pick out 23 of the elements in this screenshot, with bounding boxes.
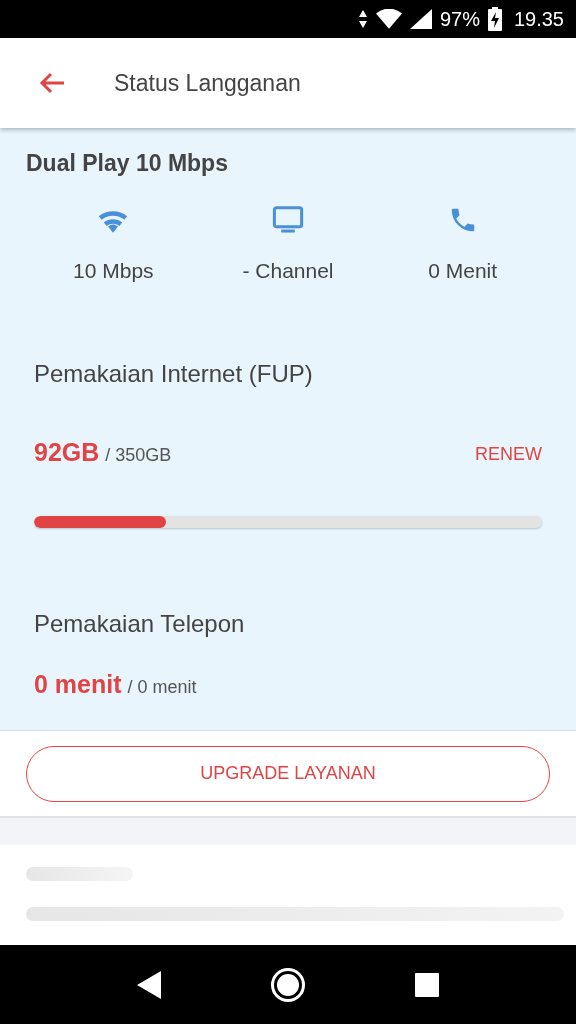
total-minutes: / 0 menit	[127, 675, 197, 699]
page-title: Status Langganan	[114, 68, 301, 98]
back-triangle-icon	[135, 969, 164, 1000]
section-title: Pemakaian Internet (FUP)	[34, 359, 314, 389]
home-circle-icon	[270, 966, 306, 1003]
square-icon	[414, 972, 439, 997]
wifi-signal-icon	[375, 9, 402, 29]
feature-label: 10 Mbps	[73, 257, 154, 284]
battery-charging-icon	[487, 7, 502, 31]
feature-label: 0 Menit	[428, 257, 498, 284]
feature-label: - Channel	[242, 257, 334, 284]
back-arrow-icon	[38, 71, 66, 95]
plan-name: Dual Play 10 Mbps	[26, 149, 229, 178]
data-arrows-icon	[357, 9, 368, 29]
battery-percent: 97%	[439, 7, 480, 32]
total-quota: / 350GB	[105, 444, 172, 467]
used-quota: 92GB	[34, 437, 100, 468]
used-minutes: 0 menit	[34, 668, 122, 700]
renew-button[interactable]: RENEW	[475, 440, 542, 468]
monitor-icon	[271, 204, 305, 235]
cell-signal-icon	[409, 9, 432, 29]
section-title: Pemakaian Telepon	[34, 608, 246, 639]
clock-time: 19.35	[513, 7, 564, 32]
